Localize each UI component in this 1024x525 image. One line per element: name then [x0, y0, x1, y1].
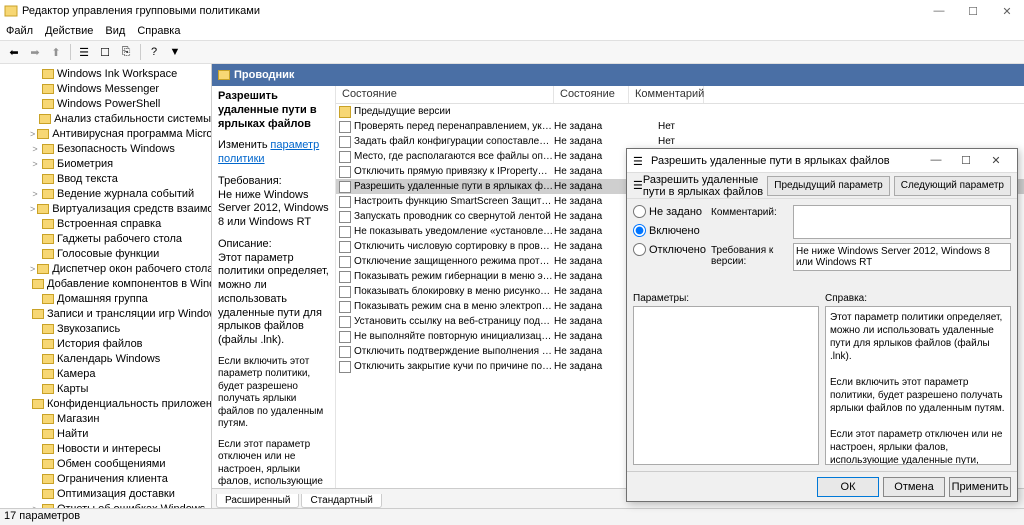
back-icon[interactable]: ⬅ — [4, 42, 24, 62]
tree-node[interactable]: Камера — [0, 366, 211, 381]
tree-node[interactable]: История файлов — [0, 336, 211, 351]
tree-node[interactable]: Новости и интересы — [0, 441, 211, 456]
col-state[interactable]: Состояние — [554, 86, 629, 103]
tree-node[interactable]: >Виртуализация средств взаимодействия с … — [0, 201, 211, 216]
tree-node[interactable]: Встроенная справка — [0, 216, 211, 231]
tree-node[interactable]: Голосовые функции — [0, 246, 211, 261]
radio-disabled[interactable]: Отключено — [633, 243, 705, 256]
content-title: Проводник — [234, 69, 294, 81]
nav-tree[interactable]: Windows Ink WorkspaceWindows MessengerWi… — [0, 64, 212, 508]
menu-action[interactable]: Действие — [45, 25, 93, 37]
list-row[interactable]: Предыдущие версии — [336, 104, 1024, 119]
list-row[interactable]: Проверять перед перенаправлением, указыв… — [336, 119, 1024, 134]
menu-view[interactable]: Вид — [105, 25, 125, 37]
requirements-box: Не ниже Windows Server 2012, Windows 8 и… — [793, 243, 1011, 271]
radio-notconf[interactable]: Не задано — [633, 205, 705, 218]
help-icon[interactable]: ? — [144, 42, 164, 62]
apply-button[interactable]: Применить — [949, 477, 1011, 497]
menu-file[interactable]: Файл — [6, 25, 33, 37]
tree-node[interactable]: >Отчеты об ошибках Windows — [0, 501, 211, 508]
tree-node[interactable]: Windows Messenger — [0, 81, 211, 96]
tree-node[interactable]: >Диспетчер окон рабочего стола — [0, 261, 211, 276]
tab-extended[interactable]: Расширенный — [216, 494, 299, 508]
app-icon — [4, 4, 18, 18]
description-pane: Разрешить удаленные пути в ярлыках файло… — [212, 86, 336, 488]
dlg-max-icon[interactable]: ☐ — [951, 154, 981, 167]
cancel-button[interactable]: Отмена — [883, 477, 945, 497]
titlebar: Редактор управления групповыми политикам… — [0, 0, 1024, 22]
forward-icon[interactable]: ➡ — [25, 42, 45, 62]
tree-node[interactable]: Записи и трансляции игр Windows — [0, 306, 211, 321]
menubar: Файл Действие Вид Справка — [0, 22, 1024, 40]
tree-node[interactable]: >Ведение журнала событий — [0, 186, 211, 201]
tree-node[interactable]: Обмен сообщениями — [0, 456, 211, 471]
folder-icon — [218, 70, 230, 80]
tree-node[interactable]: Найти — [0, 426, 211, 441]
tree-node[interactable]: Добавление компонентов в Windows 10 — [0, 276, 211, 291]
tree-node[interactable]: Ограничения клиента — [0, 471, 211, 486]
setting-title: Разрешить удаленные пути в ярлыках файло… — [218, 90, 317, 130]
tree-node[interactable]: Звукозапись — [0, 321, 211, 336]
min-button[interactable]: — — [922, 0, 956, 22]
help-box: Этот параметр политики определяет, можно… — [825, 306, 1011, 465]
list-row[interactable]: Задать файл конфигурации сопоставлений п… — [336, 134, 1024, 149]
tree-node[interactable]: Windows Ink Workspace — [0, 66, 211, 81]
dialog-title: Разрешить удаленные пути в ярлыках файло… — [651, 155, 890, 167]
tree-node[interactable]: Карты — [0, 381, 211, 396]
tree-node[interactable]: Windows PowerShell — [0, 96, 211, 111]
export-icon[interactable]: ⎘ — [116, 42, 136, 62]
tree-node[interactable]: Гаджеты рабочего стола — [0, 231, 211, 246]
statusbar: 17 параметров — [0, 508, 1024, 525]
tree-node[interactable]: Ввод текста — [0, 171, 211, 186]
tree-node[interactable]: >Биометрия — [0, 156, 211, 171]
show-hide-icon[interactable]: ☰ — [74, 42, 94, 62]
next-button[interactable]: Следующий параметр — [894, 176, 1011, 196]
policy-dialog: ☰ Разрешить удаленные пути в ярлыках фай… — [626, 148, 1018, 502]
up-icon[interactable]: ⬆ — [46, 42, 66, 62]
list-header: Состояние Состояние Комментарий — [336, 86, 1024, 104]
toolbar: ⬅ ➡ ⬆ ☰ ☐ ⎘ ? ▼ — [0, 40, 1024, 64]
tree-node[interactable]: Календарь Windows — [0, 351, 211, 366]
tree-node[interactable]: >Антивирусная программа Microsoft Defend — [0, 126, 211, 141]
tree-node[interactable]: Домашняя группа — [0, 291, 211, 306]
tree-node[interactable]: Оптимизация доставки — [0, 486, 211, 501]
filter-icon[interactable]: ▼ — [165, 42, 185, 62]
policy-icon: ☰ — [633, 155, 647, 167]
dialog-subtitle: Разрешить удаленные пути в ярлыках файло… — [643, 174, 763, 198]
dlg-min-icon[interactable]: — — [921, 154, 951, 167]
tab-standard[interactable]: Стандартный — [301, 494, 381, 508]
col-name[interactable]: Состояние — [336, 86, 554, 103]
dlg-close-icon[interactable]: ✕ — [981, 154, 1011, 167]
params-box — [633, 306, 819, 465]
content-header: Проводник — [212, 64, 1024, 86]
max-button[interactable]: ☐ — [956, 0, 990, 22]
col-comment[interactable]: Комментарий — [629, 86, 704, 103]
properties-icon[interactable]: ☐ — [95, 42, 115, 62]
menu-help[interactable]: Справка — [137, 25, 180, 37]
ok-button[interactable]: ОК — [817, 477, 879, 497]
window-title: Редактор управления групповыми политикам… — [22, 5, 260, 17]
comment-input[interactable] — [793, 205, 1011, 239]
close-button[interactable]: ✕ — [990, 0, 1024, 22]
dialog-titlebar: ☰ Разрешить удаленные пути в ярлыках фай… — [627, 149, 1017, 173]
prev-button[interactable]: Предыдущий параметр — [767, 176, 889, 196]
radio-enabled[interactable]: Включено — [633, 224, 705, 237]
policy-icon: ☰ — [633, 179, 643, 192]
tree-node[interactable]: Конфиденциальность приложения — [0, 396, 211, 411]
tree-node[interactable]: Анализ стабильности системы — [0, 111, 211, 126]
tree-node[interactable]: >Безопасность Windows — [0, 141, 211, 156]
radio-group: Не задано Включено Отключено — [633, 205, 705, 287]
tree-node[interactable]: Магазин — [0, 411, 211, 426]
